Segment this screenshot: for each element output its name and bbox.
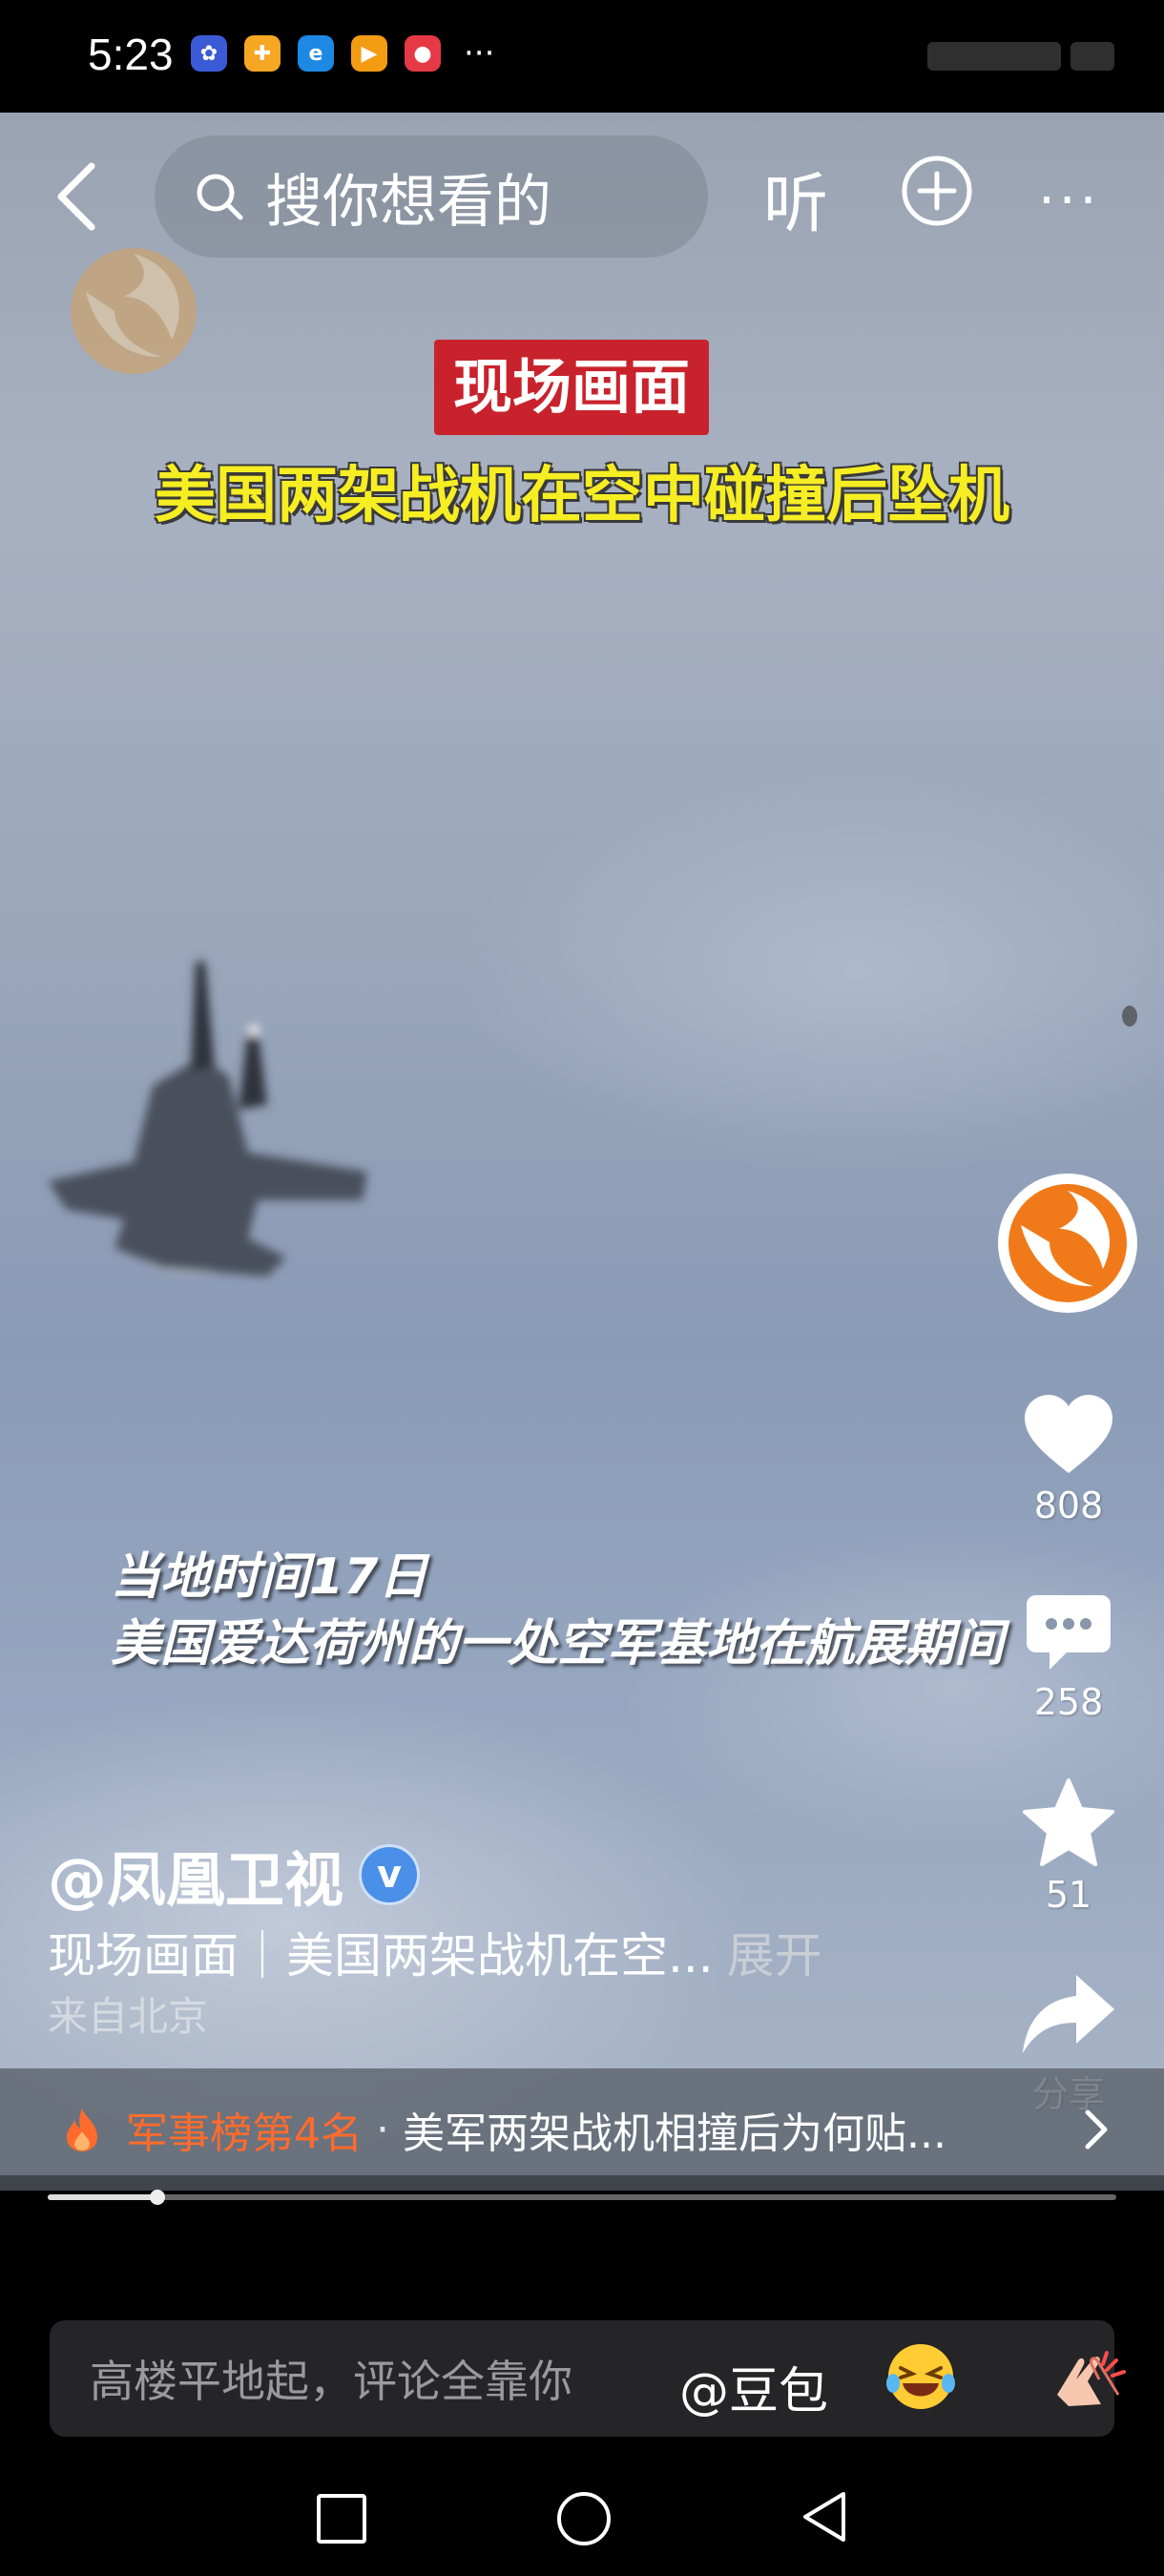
app-notification-icon-5: ● [405, 35, 441, 72]
laughing-emoji-icon[interactable] [885, 2341, 956, 2412]
app-notification-icon-3: e [298, 35, 334, 72]
video-progress-bar[interactable] [48, 2190, 1116, 2205]
favorite-count: 51 [1045, 1874, 1092, 1916]
status-bar: 5:23 ✿ ✚ e ▶ ● ··· [0, 0, 1164, 113]
more-options-button[interactable]: ··· [1038, 170, 1100, 232]
status-more-icon: ··· [464, 34, 495, 73]
expand-link[interactable]: 展开 [727, 1928, 822, 1984]
description-text: 现场画面｜美国两架战机在空... [48, 1928, 714, 1984]
home-icon[interactable] [557, 2492, 611, 2545]
add-icon[interactable] [901, 155, 973, 227]
app-notification-icon-4: ▶ [351, 35, 387, 72]
like-count: 808 [1033, 1485, 1104, 1527]
recent-apps-icon[interactable] [317, 2494, 366, 2544]
favorite-button[interactable]: 51 [1011, 1778, 1126, 1916]
subtitle-line-2: 美国爱达荷州的一处空军基地在航展期间 [111, 1615, 1005, 1672]
author-name[interactable]: @凤凰卫视 [48, 1832, 343, 1918]
comment-button[interactable]: 258 [1011, 1593, 1126, 1723]
search-icon [197, 174, 243, 220]
listen-button[interactable]: 听 [763, 151, 828, 245]
comment-count: 258 [1033, 1681, 1104, 1723]
fighter-jet-image [48, 962, 367, 1277]
headline-tag: 现场画面 [434, 340, 710, 435]
trending-text: 美军两架战机相撞后为何贴... [403, 2109, 946, 2158]
progress-fill [48, 2194, 158, 2200]
status-app-icons: ✿ ✚ e ▶ ● ··· [191, 34, 494, 73]
app-notification-icon-1: ✿ [191, 35, 227, 72]
fire-icon [67, 2109, 97, 2151]
app-notification-icon-2: ✚ [244, 35, 281, 72]
author-name-row[interactable]: @凤凰卫视 v [48, 1832, 421, 1918]
progress-handle[interactable] [150, 2190, 166, 2205]
chevron-right-icon[interactable] [1082, 2107, 1111, 2152]
status-time: 5:23 [88, 30, 174, 79]
trending-banner[interactable]: 军事榜第4名 · 美军两架战机相撞后为何贴... [0, 2068, 1164, 2191]
mention-doubao-button[interactable]: @豆包 [679, 2351, 828, 2422]
verified-badge-icon: v [359, 1844, 421, 1905]
trending-separator: · [376, 2105, 389, 2154]
search-input[interactable]: 搜你想看的 [155, 135, 708, 258]
clapping-hands-emoji-icon[interactable] [1050, 2347, 1126, 2410]
phoenix-logo-watermark [71, 248, 197, 374]
back-icon[interactable] [50, 158, 107, 235]
status-indicators-icon [927, 42, 1114, 71]
system-back-icon[interactable] [798, 2488, 851, 2545]
system-navigation-bar [0, 2462, 1164, 2576]
subtitle-line-1: 当地时间17日 [111, 1548, 428, 1606]
comment-icon [1027, 1595, 1111, 1670]
location-text: 来自北京 [48, 1993, 209, 2040]
comment-input[interactable]: 高楼平地起，评论全靠你 @豆包 [50, 2320, 1126, 2437]
author-avatar[interactable] [998, 1174, 1137, 1313]
video-description[interactable]: 现场画面｜美国两架战机在空... 展开 [48, 1918, 822, 1986]
trending-rank: 军事榜第4名 [126, 2109, 363, 2158]
share-icon [1023, 1975, 1114, 2053]
video-headline: 美国两架战机在空中碰撞后坠机 [155, 461, 1009, 531]
distant-aircraft-speck [1122, 1006, 1137, 1027]
search-placeholder: 搜你想看的 [265, 168, 551, 236]
star-icon [1023, 1778, 1114, 1866]
heart-icon [1025, 1395, 1112, 1473]
phoenix-logo-icon [1008, 1184, 1127, 1302]
comment-placeholder: 高楼平地起，评论全靠你 [90, 2356, 572, 2407]
video-subtitle: 当地时间17日 美国爱达荷州的一处空军基地在航展期间 [111, 1544, 1004, 1677]
like-button[interactable]: 808 [1011, 1393, 1126, 1527]
